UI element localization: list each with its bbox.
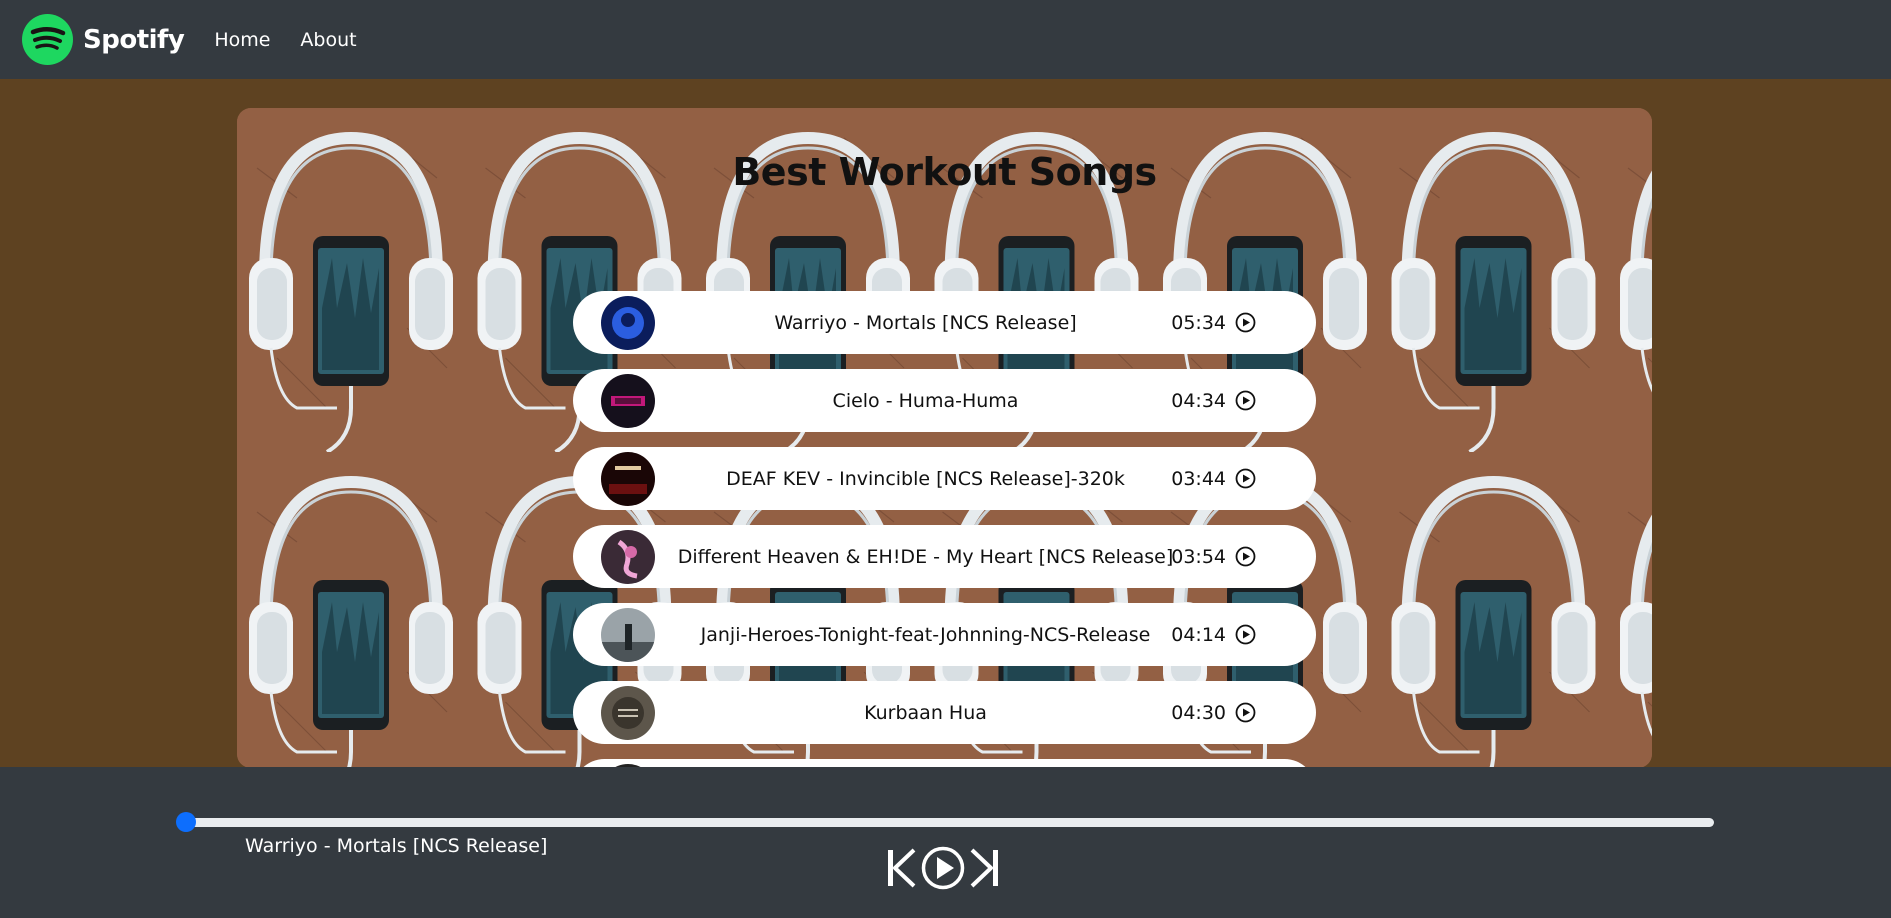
progress-slider[interactable]	[180, 818, 1714, 827]
song-duration: 03:44	[1171, 467, 1226, 490]
spotify-logo-icon	[22, 14, 73, 65]
now-playing-title: Warriyo - Mortals [NCS Release]	[245, 835, 548, 857]
song-duration: 04:34	[1171, 389, 1226, 412]
song-cover-image	[601, 452, 655, 506]
song-cover-image	[601, 530, 655, 584]
song-cover-image	[601, 296, 655, 350]
song-duration: 05:34	[1171, 311, 1226, 334]
play-circle-icon[interactable]	[920, 845, 966, 891]
song-cover-image	[601, 374, 655, 428]
play-circle-icon[interactable]	[1235, 468, 1256, 489]
player-bar: Warriyo - Mortals [NCS Release]	[0, 767, 1891, 918]
play-circle-icon[interactable]	[1235, 624, 1256, 645]
song-item[interactable]: Different Heaven & EH!DE - My Heart [NCS…	[573, 525, 1316, 588]
song-cover-image	[601, 608, 655, 662]
nav-about-link[interactable]: About	[300, 29, 356, 51]
song-name: Different Heaven & EH!DE - My Heart [NCS…	[677, 545, 1174, 568]
play-circle-icon[interactable]	[1235, 702, 1256, 723]
navbar: Spotify Home About	[0, 0, 1891, 79]
song-name: DEAF KEV - Invincible [NCS Release]-320k	[726, 467, 1125, 490]
song-duration: 04:30	[1171, 701, 1226, 724]
play-circle-icon[interactable]	[1235, 390, 1256, 411]
brand-name: Spotify	[83, 24, 185, 55]
playlist-title: Best Workout Songs	[732, 150, 1157, 194]
song-cover-image	[601, 686, 655, 740]
play-circle-icon[interactable]	[1235, 546, 1256, 567]
playback-controls	[886, 845, 1000, 891]
song-item[interactable]: DEAF KEV - Invincible [NCS Release]-320k…	[573, 447, 1316, 510]
nav-home-link[interactable]: Home	[214, 29, 270, 51]
song-item[interactable]: Cielo - Huma-Huma 04:34	[573, 369, 1316, 432]
playlist-container: Best Workout Songs Warriyo - Mortals [NC…	[237, 108, 1652, 768]
skip-back-icon[interactable]	[886, 848, 916, 888]
play-circle-icon[interactable]	[1235, 312, 1256, 333]
progress-slider-thumb[interactable]	[176, 812, 196, 832]
song-name: Kurbaan Hua	[864, 701, 987, 724]
song-list: Warriyo - Mortals [NCS Release] 05:34 Ci…	[573, 291, 1316, 768]
song-name: Cielo - Huma-Huma	[832, 389, 1019, 412]
song-item[interactable]: Janji-Heroes-Tonight-feat-Johnning-NCS-R…	[573, 603, 1316, 666]
song-duration: 04:14	[1171, 623, 1226, 646]
song-duration: 03:54	[1171, 545, 1226, 568]
song-name: Warriyo - Mortals [NCS Release]	[774, 311, 1077, 334]
skip-forward-icon[interactable]	[970, 848, 1000, 888]
brand-link[interactable]: Spotify	[22, 14, 185, 65]
song-name: Janji-Heroes-Tonight-feat-Johnning-NCS-R…	[700, 623, 1151, 646]
song-item[interactable]: Kurbaan Hua 04:30	[573, 681, 1316, 744]
song-item[interactable]: Warriyo - Mortals [NCS Release] 05:34	[573, 291, 1316, 354]
